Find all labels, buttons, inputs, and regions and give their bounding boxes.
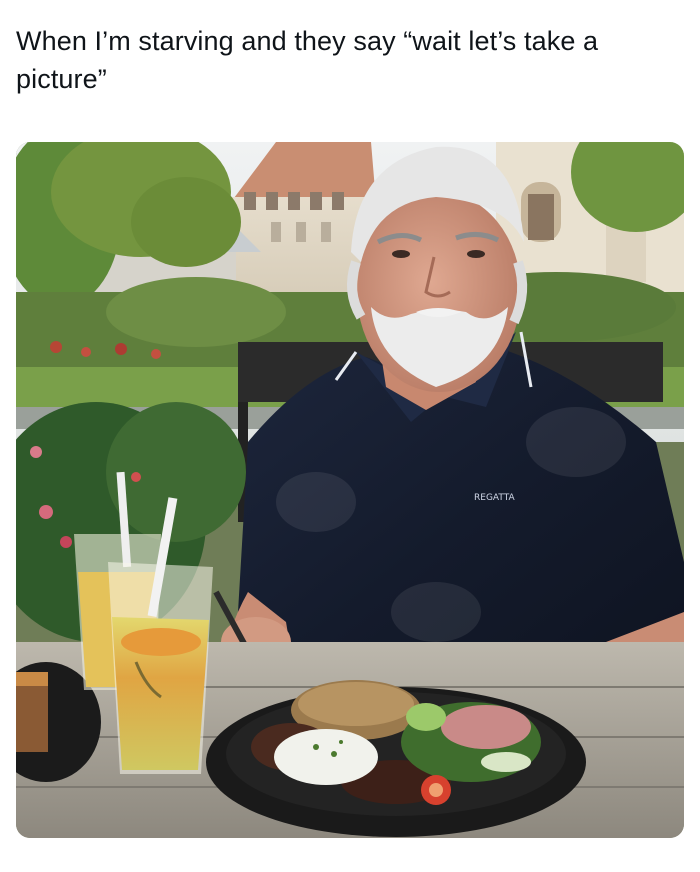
sour-cream (274, 729, 378, 785)
post-caption: When I’m starving and they say “wait let… (16, 26, 599, 94)
shirt-logo: REGATTA (474, 493, 516, 503)
photo-scene: REGATTA (16, 142, 684, 838)
meme-photo: REGATTA (16, 142, 684, 838)
